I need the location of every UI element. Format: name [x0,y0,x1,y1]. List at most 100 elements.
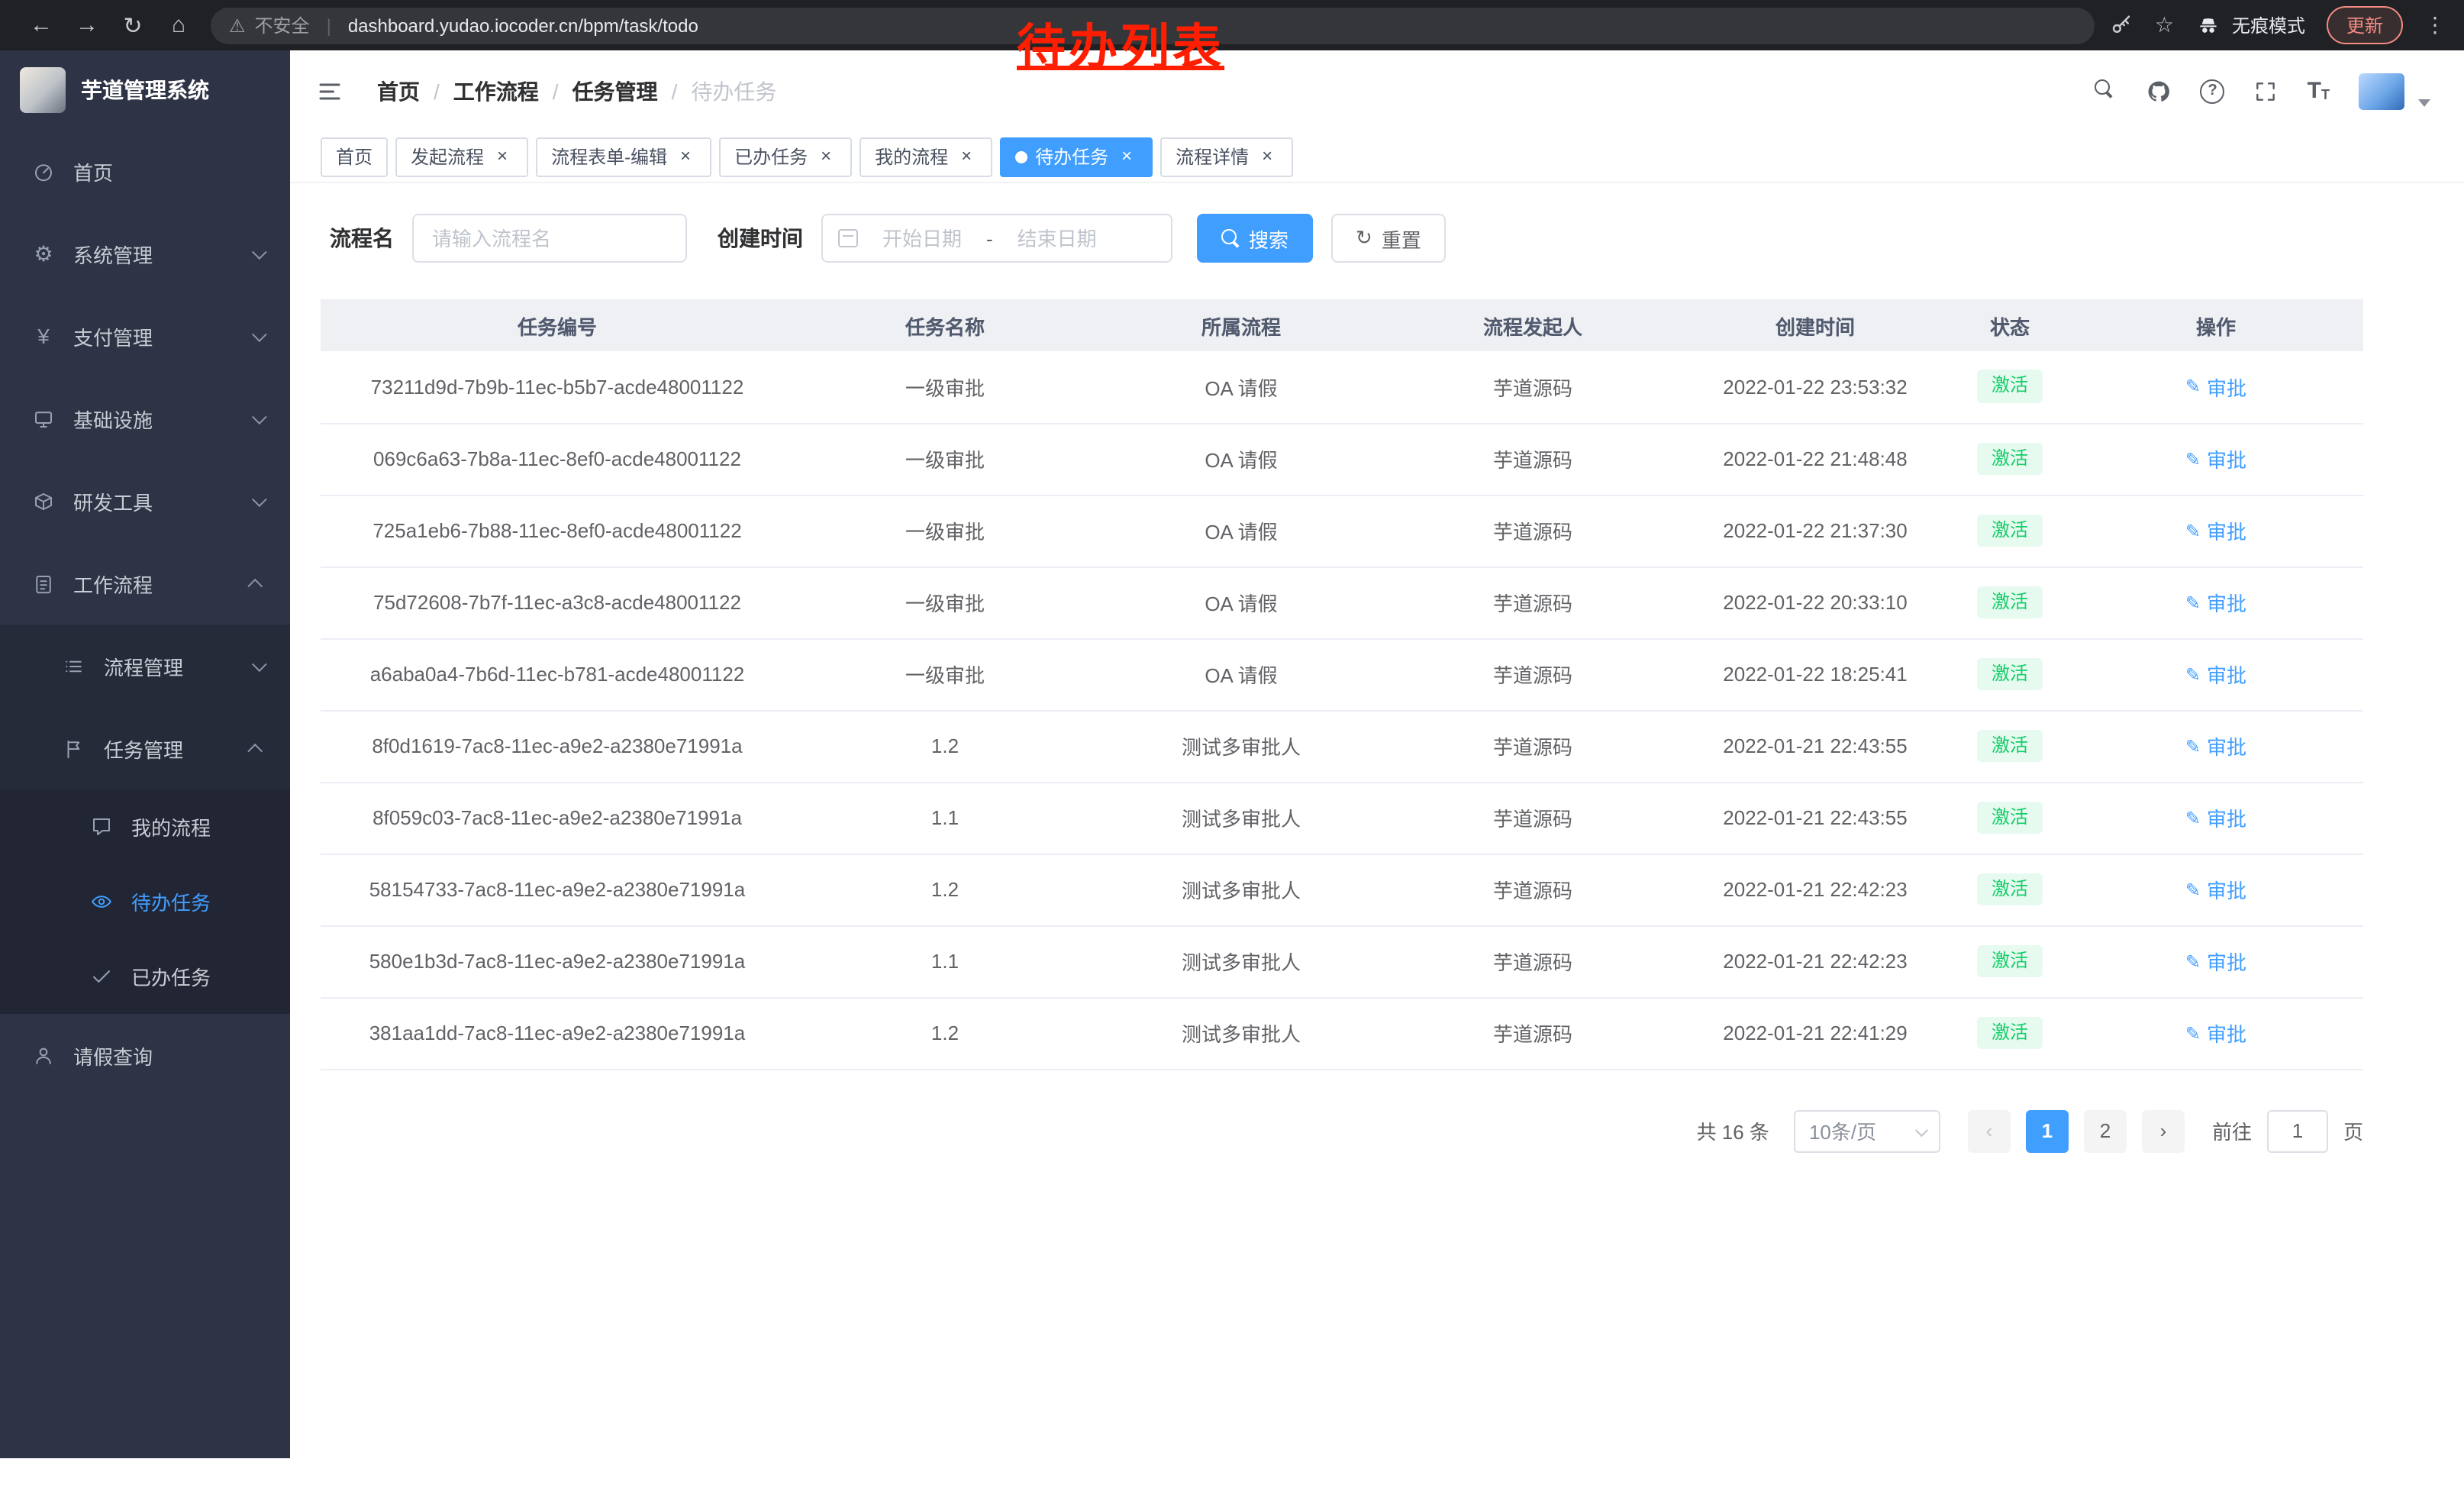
page-unit-label: 页 [2343,1116,2363,1145]
tab-todo-tasks[interactable]: 待办任务 × [1000,137,1153,176]
sidebar-item-home[interactable]: 首页 [0,130,290,212]
list-icon [61,654,87,677]
user-avatar[interactable] [2359,73,2404,109]
close-icon[interactable]: × [675,146,696,167]
page-1-button[interactable]: 1 [2026,1109,2069,1152]
browser-chrome: ← → ↻ ⌂ ⚠ 不安全 | dashboard.yudao.iocoder.… [0,0,2464,50]
bookmark-star-icon[interactable]: ☆ [2155,12,2174,38]
table-row: a6aba0a4-7b6d-11ec-b781-acde48001122 一级审… [321,638,2363,710]
browser-back-icon[interactable]: ← [18,12,64,38]
search-icon[interactable] [2095,79,2118,102]
tab-done-tasks[interactable]: 已办任务 × [719,137,852,176]
browser-home-icon[interactable]: ⌂ [156,12,202,38]
sidebar-item-devtools[interactable]: 研发工具 [0,460,290,542]
page-2-button[interactable]: 2 [2084,1109,2127,1152]
sidebar-item-payment[interactable]: ¥ 支付管理 [0,295,290,377]
sidebar-item-task-management[interactable]: 任务管理 [0,707,290,789]
next-page-button[interactable]: › [2142,1109,2185,1152]
sidebar-item-label: 首页 [73,157,113,186]
status-badge: 激活 [1978,514,2042,547]
font-size-icon[interactable]: TT [2308,79,2330,102]
status-badge: 激活 [1978,657,2042,690]
gear-icon: ⚙ [31,240,56,266]
task-status: 激活 [1951,710,2069,782]
approve-link[interactable]: ✎审批 [2185,803,2246,832]
page-url[interactable]: dashboard.yudao.iocoder.cn/bpm/task/todo [348,15,698,36]
task-create-time: 2022-01-21 22:42:23 [1679,925,1951,997]
task-create-time: 2022-01-21 22:41:29 [1679,997,1951,1069]
approve-link[interactable]: ✎审批 [2185,875,2246,904]
sidebar-item-infrastructure[interactable]: 基础设施 [0,377,290,460]
fullscreen-icon[interactable] [2254,79,2279,103]
task-create-time: 2022-01-21 22:42:23 [1679,854,1951,925]
approve-link[interactable]: ✎审批 [2185,444,2246,473]
approve-link[interactable]: ✎审批 [2185,660,2246,689]
security-label[interactable]: 不安全 [255,12,310,38]
status-badge: 激活 [1978,586,2042,618]
status-badge: 激活 [1978,801,2042,834]
tab-process-detail[interactable]: 流程详情 × [1160,137,1293,176]
end-date-input[interactable] [1002,227,1112,250]
sidebar-item-workflow[interactable]: 工作流程 [0,542,290,625]
date-range-picker[interactable]: - [821,214,1172,263]
breadcrumb-current: 待办任务 [691,76,776,106]
sidebar-item-process-management[interactable]: 流程管理 [0,625,290,707]
process-name-input[interactable] [412,214,687,263]
help-icon[interactable]: ? [2201,79,2225,103]
search-button[interactable]: 搜索 [1197,214,1313,263]
status-badge: 激活 [1978,1016,2042,1049]
app-logo[interactable]: 芋道管理系统 [0,50,290,130]
edit-icon: ✎ [2185,879,2201,900]
sidebar-item-todo-tasks[interactable]: 待办任务 [0,864,290,939]
approve-link[interactable]: ✎审批 [2185,373,2246,402]
start-date-input[interactable] [867,227,977,250]
browser-forward-icon[interactable]: → [64,12,110,38]
sidebar-item-system[interactable]: ⚙ 系统管理 [0,212,290,295]
close-icon[interactable]: × [1256,146,1278,167]
task-process: 测试多审批人 [1096,925,1386,997]
prev-page-button[interactable]: ‹ [1968,1109,2011,1152]
breadcrumb-task-management[interactable]: 任务管理 [572,76,658,106]
task-actions: ✎审批 [2069,351,2363,423]
close-icon[interactable]: × [956,146,977,167]
reset-button[interactable]: ↻ 重置 [1331,214,1446,263]
close-icon[interactable]: × [815,146,837,167]
approve-link[interactable]: ✎审批 [2185,516,2246,545]
task-name: 1.1 [794,782,1096,854]
approve-link[interactable]: ✎审批 [2185,947,2246,976]
sidebar: 芋道管理系统 首页 ⚙ 系统管理 ¥ 支付管理 基础设施 [0,50,290,1458]
tab-start-process[interactable]: 发起流程 × [395,137,528,176]
task-status: 激活 [1951,997,2069,1069]
sidebar-item-done-tasks[interactable]: 已办任务 [0,939,290,1014]
process-name-label: 流程名 [330,223,394,253]
page-size-select[interactable]: 10条/页 [1794,1109,1940,1152]
update-button[interactable]: 更新 [2327,6,2403,44]
task-actions: ✎审批 [2069,638,2363,710]
tab-home[interactable]: 首页 [321,137,388,176]
breadcrumb-separator: / [434,79,440,103]
browser-menu-icon[interactable]: ⋮ [2424,12,2446,38]
avatar-caret-icon[interactable] [2418,98,2430,106]
hamburger-icon[interactable] [316,76,347,106]
table-row: 381aa1dd-7ac8-11ec-a9e2-a2380e71991a 1.2… [321,997,2363,1069]
close-icon[interactable]: × [1116,146,1137,167]
breadcrumb-home[interactable]: 首页 [377,76,420,106]
task-create-time: 2022-01-21 22:43:55 [1679,710,1951,782]
tab-my-processes[interactable]: 我的流程 × [859,137,992,176]
edit-icon: ✎ [2185,1022,2201,1044]
github-icon[interactable] [2147,79,2172,103]
sidebar-item-my-processes[interactable]: 我的流程 [0,789,290,864]
task-create-time: 2022-01-21 22:43:55 [1679,782,1951,854]
breadcrumb-workflow[interactable]: 工作流程 [453,76,539,106]
key-icon[interactable] [2111,14,2133,37]
sidebar-item-leave-query[interactable]: 请假查询 [0,1014,290,1096]
goto-page-input[interactable] [2267,1109,2328,1152]
tab-form-edit[interactable]: 流程表单-编辑 × [536,137,711,176]
task-status: 激活 [1951,423,2069,495]
approve-link[interactable]: ✎审批 [2185,1018,2246,1047]
close-icon[interactable]: × [492,146,513,167]
status-badge: 激活 [1978,944,2042,977]
approve-link[interactable]: ✎审批 [2185,731,2246,760]
approve-link[interactable]: ✎审批 [2185,588,2246,617]
browser-reload-icon[interactable]: ↻ [110,11,156,39]
